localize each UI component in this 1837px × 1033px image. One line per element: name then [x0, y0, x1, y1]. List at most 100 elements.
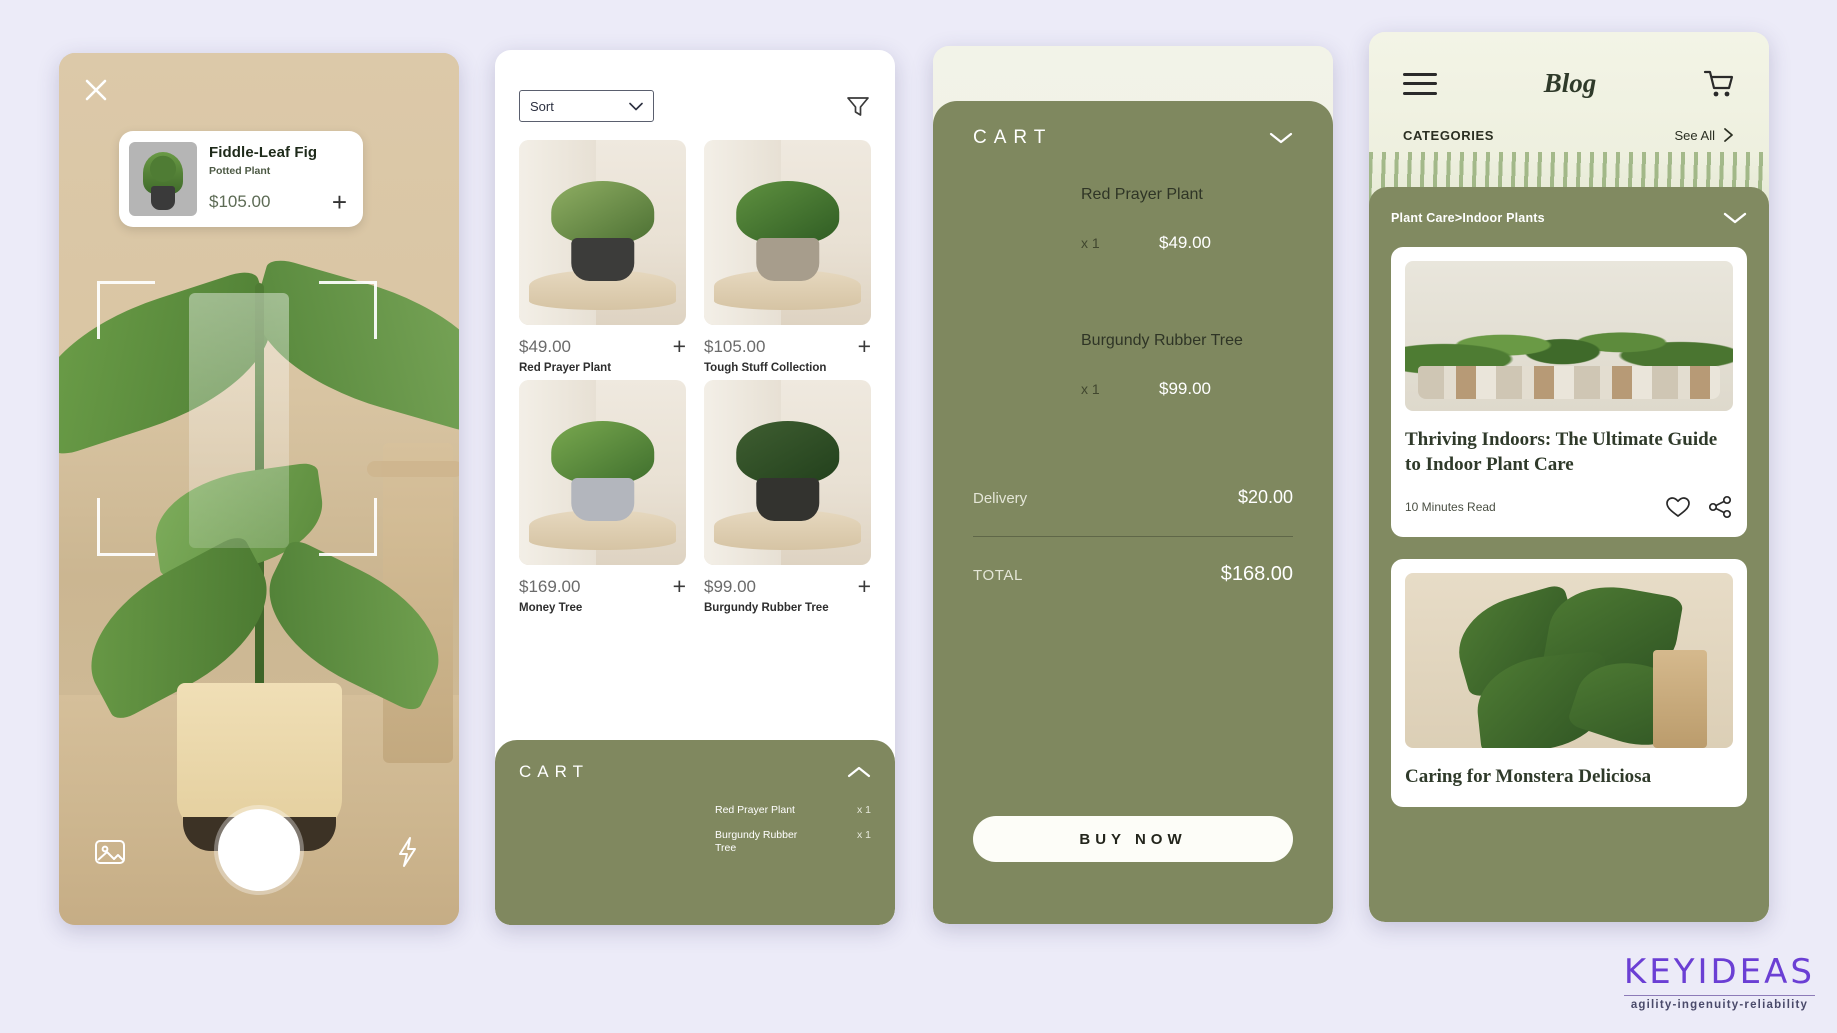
article-title: Caring for Monstera Deliciosa	[1405, 766, 1652, 788]
logo-wordmark: KEYIDEAS	[1623, 952, 1815, 992]
camera-controls	[59, 801, 459, 891]
product-cell[interactable]: $99.00 + Burgundy Rubber Tree	[704, 380, 871, 614]
categories-label: CATEGORIES	[1403, 127, 1494, 143]
article-image	[1405, 261, 1733, 411]
summary-divider	[973, 536, 1293, 537]
ar-product-card[interactable]: Fiddle-Leaf Fig Potted Plant $105.00 +	[119, 131, 363, 227]
blog-content-panel: Plant Care>Indoor Plants Thriving Indoor…	[1369, 187, 1769, 922]
shopping-cart-icon[interactable]	[1703, 69, 1735, 99]
product-image	[519, 380, 686, 565]
share-icon[interactable]	[1707, 495, 1733, 519]
filter-icon[interactable]	[845, 93, 871, 119]
sort-dropdown[interactable]: Sort	[519, 90, 654, 122]
categories-row: CATEGORIES See All	[1369, 99, 1769, 143]
product-name: Tough Stuff Collection	[704, 362, 827, 374]
product-cell[interactable]: $105.00 + Tough Stuff Collection	[704, 140, 871, 374]
add-to-cart-button[interactable]: +	[673, 575, 686, 598]
screen-cart: CART Red Prayer Plant x 1 $49.00 Burgund…	[933, 46, 1333, 924]
product-info: Fiddle-Leaf Fig Potted Plant $105.00 +	[209, 144, 353, 215]
flash-icon[interactable]	[391, 835, 425, 869]
delivery-value: $20.00	[1237, 487, 1293, 507]
cart-drawer-label: CART	[519, 762, 589, 781]
add-to-cart-button[interactable]: +	[332, 189, 353, 215]
cart-drawer-row: Red Prayer Plant x 1	[715, 804, 871, 817]
chevron-down-icon[interactable]	[1269, 131, 1293, 145]
add-to-cart-button[interactable]: +	[673, 335, 686, 358]
product-subtitle: Potted Plant	[209, 164, 271, 177]
article-image	[1405, 573, 1733, 749]
see-all-label: See All	[1674, 127, 1715, 143]
close-icon[interactable]	[81, 75, 111, 105]
blog-header: Blog	[1369, 32, 1769, 99]
cart-item-thumbnail	[973, 331, 1061, 441]
cart-drawer-row: Burgundy Rubber Tree x 1	[715, 829, 871, 855]
cart-drawer-items: Red Prayer Plant x 1 Burgundy Rubber Tre…	[519, 800, 871, 880]
cart-line-item: Burgundy Rubber Tree x 1 $99.00	[973, 331, 1293, 441]
total-row: TOTAL $168.00	[973, 563, 1293, 586]
mockup-canvas: Fiddle-Leaf Fig Potted Plant $105.00 + S…	[0, 0, 1837, 1033]
chevron-right-icon	[1724, 128, 1733, 142]
cart-item-qty: x 1	[1081, 235, 1100, 251]
cart-item-name: Burgundy Rubber Tree	[1081, 332, 1243, 349]
product-cell[interactable]: $169.00 + Money Tree	[519, 380, 686, 614]
product-price: $105.00	[209, 191, 271, 211]
gallery-icon[interactable]	[93, 835, 127, 869]
add-to-cart-button[interactable]: +	[858, 575, 871, 598]
total-value: $168.00	[1220, 563, 1293, 585]
cart-item-qty: x 1	[856, 804, 871, 816]
product-name: Burgundy Rubber Tree	[704, 602, 829, 614]
buy-now-button[interactable]: BUY NOW	[973, 816, 1293, 862]
cart-item-price: $49.00	[1159, 233, 1211, 252]
delivery-label: Delivery	[973, 490, 1028, 507]
product-name: Money Tree	[519, 602, 583, 614]
keyideas-logo: KEYIDEAS agility-ingenuity-reliability	[1623, 952, 1815, 1011]
cart-line-item: Red Prayer Plant x 1 $49.00	[973, 185, 1293, 295]
cart-drawer: CART Red Prayer Plant x 1 Burgundy Rubbe…	[495, 740, 895, 925]
product-image	[519, 140, 686, 325]
article-card[interactable]: Thriving Indoors: The Ultimate Guide to …	[1391, 247, 1747, 538]
cart-item-thumbnail	[519, 800, 607, 880]
delivery-row: Delivery $20.00	[973, 487, 1293, 508]
cart-item-qty: x 1	[856, 829, 871, 842]
cart-item-price: $99.00	[1159, 379, 1211, 398]
add-to-cart-button[interactable]: +	[858, 335, 871, 358]
hamburger-icon[interactable]	[1403, 72, 1437, 95]
logo-tagline: agility-ingenuity-reliability	[1630, 999, 1809, 1011]
page-title: Blog	[1543, 68, 1597, 98]
chevron-down-icon	[629, 102, 643, 110]
ar-scan-frame	[97, 281, 377, 556]
article-card[interactable]: Caring for Monstera Deliciosa	[1391, 559, 1747, 808]
product-name: Red Prayer Plant	[519, 362, 612, 374]
logo-divider	[1623, 995, 1815, 996]
see-all-button[interactable]: See All	[1675, 127, 1735, 143]
product-image	[704, 380, 871, 565]
cart-item-name: Burgundy Rubber Tree	[715, 829, 798, 855]
breadcrumb: Plant Care>Indoor Plants	[1391, 211, 1545, 225]
cart-item-name: Red Prayer Plant	[715, 804, 795, 816]
product-image	[704, 140, 871, 325]
product-grid: $49.00 + Red Prayer Plant $105.00 + Toug…	[495, 122, 895, 614]
screen-product-listing: Sort $49.00 + Red Prayer Plant $105.00 +…	[495, 50, 895, 925]
article-meta: 10 Minutes Read	[1405, 495, 1733, 519]
cart-summary: Delivery $20.00 TOTAL $168.00	[973, 487, 1293, 586]
read-time: 10 Minutes Read	[1405, 500, 1496, 515]
product-price: $105.00	[704, 336, 766, 356]
article-title: Thriving Indoors: The Ultimate Guide to …	[1405, 429, 1718, 476]
shutter-button[interactable]	[218, 809, 300, 891]
cart-panel: CART Red Prayer Plant x 1 $49.00 Burgund…	[933, 101, 1333, 924]
cart-item-thumbnail	[617, 800, 705, 880]
screen-blog: Blog CATEGORIES See All Plant Care>Indoo…	[1369, 32, 1769, 922]
cart-title: CART	[973, 127, 1053, 148]
product-price: $99.00	[704, 576, 756, 596]
chevron-down-icon[interactable]	[1723, 211, 1747, 225]
breadcrumb-row[interactable]: Plant Care>Indoor Plants	[1391, 211, 1747, 225]
screen-ar-camera: Fiddle-Leaf Fig Potted Plant $105.00 +	[59, 53, 459, 925]
cart-item-thumbnail	[973, 185, 1061, 295]
heart-icon[interactable]	[1665, 495, 1691, 519]
cart-item-name: Red Prayer Plant	[1081, 186, 1203, 203]
product-price: $49.00	[519, 336, 571, 356]
product-thumbnail	[129, 142, 197, 216]
product-cell[interactable]: $49.00 + Red Prayer Plant	[519, 140, 686, 374]
listing-toolbar: Sort	[495, 50, 895, 122]
chevron-up-icon[interactable]	[847, 765, 871, 779]
